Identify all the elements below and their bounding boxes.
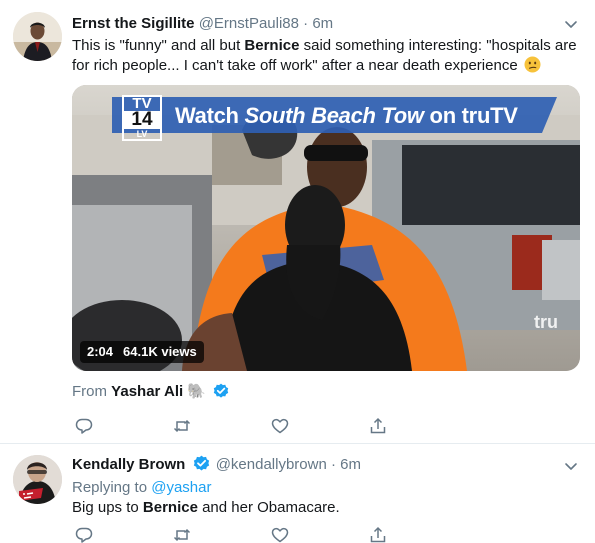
chevron-down-icon[interactable] xyxy=(563,458,579,474)
verified-badge-icon xyxy=(193,455,209,471)
banner-prefix: Watch xyxy=(175,103,245,128)
tv-rating-bottom: LV xyxy=(122,129,162,141)
replying-mention-link[interactable]: @yashar xyxy=(151,479,211,496)
avatar[interactable] xyxy=(13,455,62,504)
banner-show: South Beach Tow xyxy=(244,103,425,128)
retweet-icon[interactable] xyxy=(172,525,192,543)
tweet[interactable]: Ernst the Sigillite @ErnstPauli88 · 6m T… xyxy=(0,0,595,444)
tv-rating-badge: TV 14 LV xyxy=(118,95,166,141)
tweet-actions xyxy=(72,525,402,543)
retweet-icon[interactable] xyxy=(172,416,192,436)
avatar[interactable] xyxy=(13,12,62,61)
share-icon[interactable] xyxy=(368,416,388,436)
video-meta: 2:04 64.1K views xyxy=(80,341,204,363)
confused-face-emoji-icon xyxy=(524,56,541,73)
channel-watermark: tru xyxy=(534,312,558,332)
video-player[interactable]: TV 14 LV Watch South Beach Tow on truTV … xyxy=(72,85,580,371)
author-handle[interactable]: @kendallybrown xyxy=(216,456,327,473)
tv-rating-mid: 14 xyxy=(122,110,162,129)
video-source: From Yashar Ali 🐘 xyxy=(72,382,231,402)
heart-icon[interactable] xyxy=(270,525,290,543)
banner-suffix: on truTV xyxy=(423,103,518,128)
replying-label: Replying to xyxy=(72,479,148,496)
tweet-actions xyxy=(72,416,402,436)
tweet-time[interactable]: 6m xyxy=(312,15,333,32)
replying-to: Replying to @yashar xyxy=(72,478,211,498)
reply-icon[interactable] xyxy=(74,525,94,543)
reply-icon[interactable] xyxy=(74,416,94,436)
elephant-emoji-icon: 🐘 xyxy=(187,383,207,400)
video-views: 64.1K views xyxy=(123,344,197,359)
heart-icon[interactable] xyxy=(270,416,290,436)
separator: · xyxy=(303,15,309,32)
from-name[interactable]: Yashar Ali xyxy=(111,383,183,400)
author-name[interactable]: Ernst the Sigillite xyxy=(72,15,195,32)
tweet-text-bold: Bernice xyxy=(142,499,198,516)
share-icon[interactable] xyxy=(368,525,388,543)
author-name[interactable]: Kendally Brown xyxy=(72,456,185,473)
video-banner-text: Watch South Beach Tow on truTV xyxy=(175,99,518,133)
author-handle[interactable]: @ErnstPauli88 xyxy=(199,15,299,32)
chevron-down-icon[interactable] xyxy=(563,16,579,32)
from-label: From xyxy=(72,383,107,400)
tweet[interactable]: Kendally Brown @kendallybrown · 6m Reply… xyxy=(0,445,595,543)
separator: · xyxy=(331,456,336,473)
video-duration: 2:04 xyxy=(87,344,114,359)
verified-badge-icon xyxy=(213,383,229,398)
tweet-text: This is "funny" and all but Bernice said… xyxy=(72,36,582,76)
tweet-header: Ernst the Sigillite @ErnstPauli88 · 6m xyxy=(72,14,333,34)
tweet-text-part: and her Obamacare. xyxy=(197,499,340,516)
tweet-text-part: This is "funny" and all but xyxy=(72,37,245,54)
tweet-header: Kendally Brown @kendallybrown · 6m xyxy=(72,455,361,475)
tweet-text: Big ups to Bernice and her Obamacare. xyxy=(72,498,582,518)
tweet-text-part: Big ups to xyxy=(72,499,143,516)
tweet-time[interactable]: 6m xyxy=(340,456,361,473)
tweet-text-bold: Bernice xyxy=(244,37,300,54)
